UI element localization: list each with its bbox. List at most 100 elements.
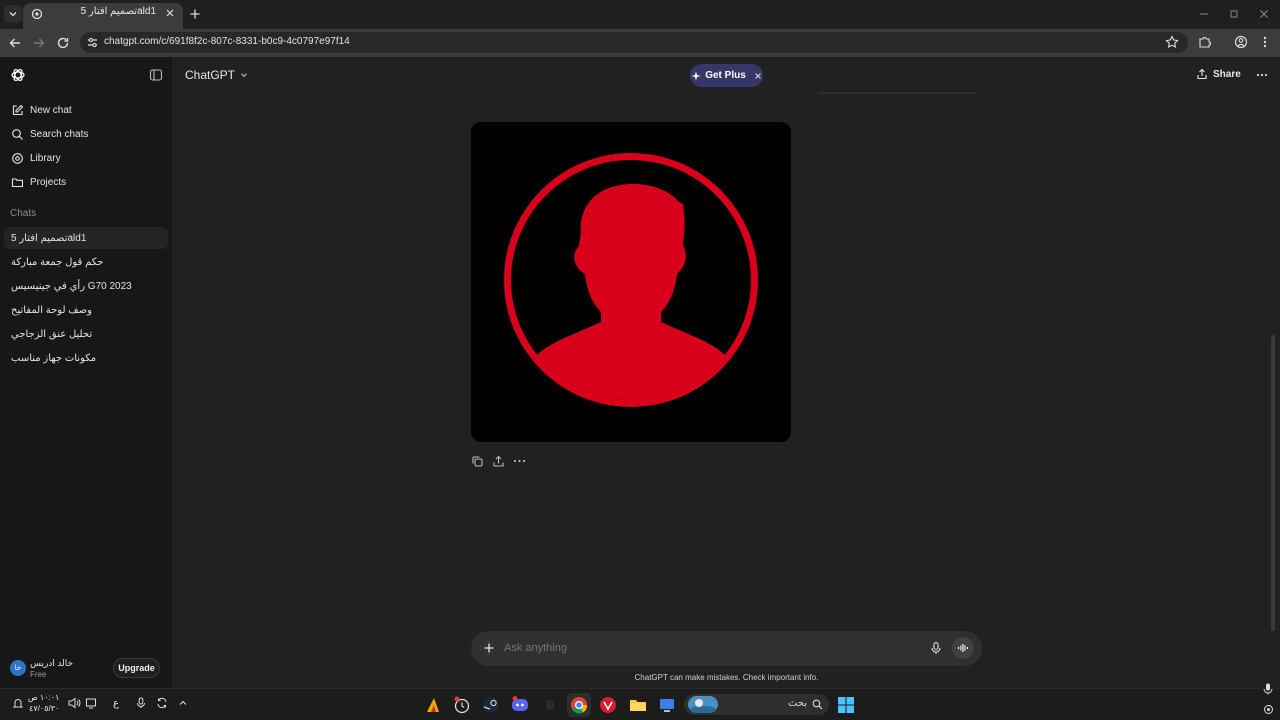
app-icon-chrome[interactable] — [567, 693, 591, 717]
user-avatar-icon — [504, 153, 758, 407]
sidebar-icon — [149, 69, 163, 81]
new-tab-button[interactable] — [188, 7, 202, 21]
app-icon-hidden[interactable] — [540, 695, 560, 715]
message-edge — [818, 92, 978, 94]
network-icon[interactable] — [85, 697, 97, 709]
mic-corner-icon[interactable] — [1263, 683, 1273, 695]
sidebar-item-label: Search chats — [30, 128, 89, 140]
sync-tray-icon[interactable] — [156, 697, 168, 709]
toggle-sidebar-button[interactable] — [149, 68, 163, 82]
share-button[interactable]: Share — [1196, 68, 1241, 80]
user-plan: Free — [30, 670, 47, 679]
app-icon-gaming[interactable] — [423, 695, 443, 715]
url-text: chatgpt.com/c/691f8f2c-807c-8331-b0c9-4c… — [104, 36, 350, 47]
search-icon — [12, 128, 23, 140]
sidebar: New chat Search chats Library Projects C… — [0, 57, 172, 688]
sidebar-item-projects[interactable]: Projects — [8, 171, 168, 193]
app-icon-computer[interactable] — [657, 695, 677, 715]
forward-button[interactable] — [31, 35, 47, 51]
chat-item[interactable]: وصف لوحة المفاتيح — [4, 299, 168, 321]
search-icon — [812, 699, 823, 710]
chat-item[interactable]: حكم قول جمعة مباركة — [4, 251, 168, 273]
app-icon-steam[interactable] — [481, 695, 501, 715]
avatar: خا — [10, 660, 26, 676]
voice-mode-button[interactable] — [952, 637, 974, 659]
more-options-icon[interactable] — [1256, 72, 1268, 78]
tab-title: تصميم افتار 5ald1 — [80, 6, 156, 17]
copy-button[interactable] — [471, 455, 484, 468]
user-name: خالد ادريس — [30, 658, 74, 668]
chevron-down-icon — [9, 12, 17, 17]
start-button[interactable] — [836, 695, 856, 715]
generated-image[interactable] — [471, 122, 791, 442]
search-scene-icon — [688, 696, 718, 713]
window-maximize-button[interactable] — [1228, 8, 1240, 20]
site-info-icon[interactable] — [86, 36, 99, 49]
chevron-up-icon — [179, 700, 187, 705]
model-label: ChatGPT — [185, 68, 236, 82]
user-profile[interactable]: خا خالد ادريس Free — [8, 656, 108, 682]
profile-icon[interactable] — [1234, 35, 1248, 49]
sidebar-item-label: Library — [30, 152, 61, 164]
sidebar-item-label: New chat — [30, 104, 72, 116]
chat-item[interactable]: مكونات جهاز مناسب — [4, 347, 168, 369]
arrow-left-icon — [9, 38, 20, 48]
message-more-icon[interactable] — [513, 458, 526, 464]
app-icon-file-explorer[interactable] — [628, 695, 648, 715]
upload-icon — [493, 455, 504, 467]
openai-logo-icon[interactable] — [10, 67, 26, 83]
disclaimer-text: ChatGPT can make mistakes. Check importa… — [634, 673, 819, 682]
arrow-right-icon — [34, 38, 45, 48]
mic-tray-icon[interactable] — [135, 697, 147, 709]
attach-button[interactable] — [482, 641, 496, 655]
reload-icon — [57, 37, 69, 49]
maximize-icon — [1230, 10, 1238, 18]
scrollbar[interactable] — [1271, 335, 1275, 631]
tab-list-button[interactable] — [4, 5, 22, 23]
app-icon-vpn[interactable] — [598, 695, 618, 715]
get-plus-button[interactable]: Get Plus — [690, 64, 763, 87]
upgrade-button[interactable]: Upgrade — [113, 658, 160, 678]
settings-corner-icon[interactable] — [1263, 704, 1274, 715]
sparkle-icon — [691, 71, 701, 80]
plus-icon — [190, 9, 200, 19]
clock[interactable]: ١٠:٠١ ص ٤٧/٠٥/٣٠ — [28, 692, 59, 714]
sidebar-item-new-chat[interactable]: New chat — [8, 99, 168, 121]
share-icon — [1197, 68, 1207, 80]
window-close-button[interactable] — [1258, 8, 1270, 20]
browser-menu-icon[interactable] — [1262, 35, 1268, 49]
taskbar-search[interactable]: بحث — [684, 694, 829, 715]
share-image-button[interactable] — [492, 455, 505, 468]
extensions-icon[interactable] — [1198, 35, 1212, 49]
taskbar-search-label: بحث — [788, 698, 808, 709]
tab-close-button[interactable] — [164, 7, 176, 19]
folder-icon — [11, 177, 24, 187]
gear-icon — [1264, 705, 1273, 714]
close-icon — [166, 9, 174, 17]
reload-button[interactable] — [55, 35, 71, 51]
chat-item[interactable]: رأي في جينيسيس G70 2023 — [4, 275, 168, 297]
back-button[interactable] — [7, 35, 23, 51]
sidebar-item-search-chats[interactable]: Search chats — [8, 123, 168, 145]
input-language[interactable]: ع — [113, 698, 119, 709]
clock-date: ٤٧/٠٥/٣٠ — [29, 704, 60, 713]
prompt-input[interactable] — [504, 639, 914, 657]
voice-wave-icon — [957, 644, 969, 652]
get-plus-label: Get Plus — [705, 70, 746, 81]
model-selector[interactable]: ChatGPT — [185, 68, 249, 82]
chats-section-label: Chats — [10, 208, 37, 219]
app-icon-timer[interactable] — [452, 695, 472, 715]
minimize-icon — [1200, 13, 1208, 15]
app-icon-discord[interactable] — [510, 695, 530, 715]
chat-item[interactable]: تصميم افتار 5ald1 — [4, 227, 168, 249]
chat-item[interactable]: تحليل عنق الزجاجي — [4, 323, 168, 345]
sidebar-item-label: Projects — [30, 176, 67, 188]
dictate-button[interactable] — [929, 641, 943, 655]
sidebar-item-library[interactable]: Library — [8, 147, 168, 169]
share-label: Share — [1213, 68, 1241, 80]
bookmark-star-icon[interactable] — [1165, 35, 1179, 49]
show-hidden-icons[interactable] — [178, 698, 188, 708]
window-minimize-button[interactable] — [1198, 8, 1210, 20]
notification-icon[interactable] — [12, 697, 24, 709]
volume-icon[interactable] — [67, 697, 81, 709]
